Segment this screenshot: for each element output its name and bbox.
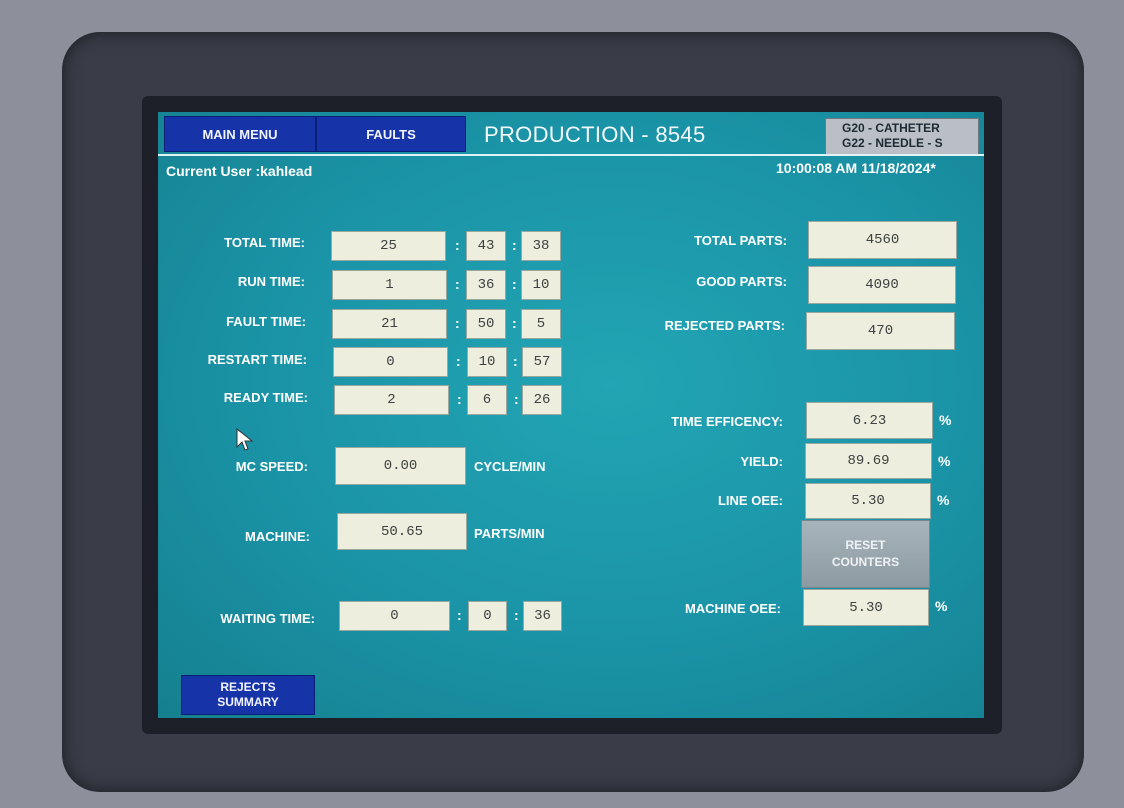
line-oee-unit: % bbox=[937, 492, 950, 508]
machine-label: MACHINE: bbox=[245, 529, 310, 544]
run-time-seconds: 10 bbox=[521, 270, 561, 300]
reset-counters-line1: RESET bbox=[845, 538, 886, 552]
mc-speed-unit: CYCLE/MIN bbox=[474, 459, 546, 474]
ready-time-minutes: 6 bbox=[467, 385, 507, 415]
time-efficiency-value: 6.23 bbox=[806, 402, 933, 439]
yield-value: 89.69 bbox=[805, 443, 932, 479]
colon: : bbox=[512, 276, 517, 292]
waiting-time-minutes: 0 bbox=[468, 601, 507, 631]
time-efficiency-unit: % bbox=[939, 412, 952, 428]
mouse-pointer-icon bbox=[236, 428, 254, 451]
rejected-parts-value: 470 bbox=[806, 312, 955, 350]
machine-oee-label: MACHINE OEE: bbox=[684, 601, 781, 616]
line-oee-value: 5.30 bbox=[805, 483, 931, 519]
total-time-minutes: 43 bbox=[466, 231, 506, 261]
machine-unit: PARTS/MIN bbox=[474, 526, 545, 541]
faults-button[interactable]: FAULTS bbox=[316, 116, 466, 152]
machine-value: 50.65 bbox=[337, 513, 467, 550]
rejects-summary-line2: SUMMARY bbox=[217, 695, 279, 709]
hmi-screen: MAIN MENU FAULTS PRODUCTION - 8545 G20 -… bbox=[158, 112, 984, 718]
total-time-hours: 25 bbox=[331, 231, 446, 261]
colon: : bbox=[455, 237, 460, 253]
colon: : bbox=[514, 607, 519, 623]
machine-oee-value: 5.30 bbox=[803, 589, 929, 626]
mc-speed-value: 0.00 bbox=[335, 447, 466, 485]
rejects-summary-button[interactable]: REJECTS SUMMARY bbox=[181, 675, 315, 715]
mc-speed-label: MC SPEED: bbox=[235, 459, 308, 474]
good-parts-value: 4090 bbox=[808, 266, 956, 304]
ready-time-label: READY TIME: bbox=[223, 390, 308, 405]
yield-unit: % bbox=[938, 453, 951, 469]
fault-time-minutes: 50 bbox=[466, 309, 506, 339]
header-divider bbox=[158, 154, 984, 156]
ready-time-hours: 2 bbox=[334, 385, 449, 415]
waiting-time-hours: 0 bbox=[339, 601, 450, 631]
total-time-seconds: 38 bbox=[521, 231, 561, 261]
total-parts-label: TOTAL PARTS: bbox=[694, 233, 787, 248]
page-title: PRODUCTION - 8545 bbox=[484, 122, 706, 147]
main-menu-button[interactable]: MAIN MENU bbox=[164, 116, 316, 152]
colon: : bbox=[456, 353, 461, 369]
run-time-hours: 1 bbox=[332, 270, 447, 300]
rejects-summary-line1: REJECTS bbox=[220, 680, 276, 694]
yield-label: YIELD: bbox=[740, 454, 783, 469]
fault-time-label: FAULT TIME: bbox=[226, 314, 306, 329]
current-user: Current User :kahlead bbox=[166, 163, 313, 179]
product-info-box: G20 - CATHETER G22 - NEEDLE - S bbox=[825, 118, 979, 155]
rejected-parts-label: REJECTED PARTS: bbox=[664, 318, 785, 333]
product-line-2: G22 - NEEDLE - S bbox=[842, 136, 943, 150]
fault-time-seconds: 5 bbox=[521, 309, 561, 339]
total-parts-value: 4560 bbox=[808, 221, 957, 259]
run-time-label: RUN TIME: bbox=[237, 274, 305, 289]
waiting-time-seconds: 36 bbox=[523, 601, 562, 631]
colon: : bbox=[457, 607, 462, 623]
colon: : bbox=[513, 353, 518, 369]
restart-time-minutes: 10 bbox=[467, 347, 507, 377]
time-efficiency-label: TIME EFFICENCY: bbox=[671, 414, 783, 429]
restart-time-label: RESTART TIME: bbox=[207, 352, 307, 367]
line-oee-label: LINE OEE: bbox=[717, 493, 783, 508]
waiting-time-label: WAITING TIME: bbox=[220, 611, 315, 626]
run-time-minutes: 36 bbox=[466, 270, 506, 300]
ready-time-seconds: 26 bbox=[522, 385, 562, 415]
colon: : bbox=[455, 276, 460, 292]
datetime: 10:00:08 AM 11/18/2024* bbox=[776, 160, 936, 176]
total-time-label: TOTAL TIME: bbox=[224, 235, 305, 250]
good-parts-label: GOOD PARTS: bbox=[696, 274, 787, 289]
restart-time-hours: 0 bbox=[333, 347, 448, 377]
fault-time-hours: 21 bbox=[332, 309, 447, 339]
restart-time-seconds: 57 bbox=[522, 347, 562, 377]
colon: : bbox=[512, 315, 517, 331]
colon: : bbox=[512, 237, 517, 253]
reset-counters-button[interactable]: RESET COUNTERS bbox=[801, 520, 930, 588]
colon: : bbox=[455, 315, 460, 331]
colon: : bbox=[457, 391, 462, 407]
reset-counters-line2: COUNTERS bbox=[831, 555, 900, 569]
colon: : bbox=[514, 391, 519, 407]
machine-oee-unit: % bbox=[935, 598, 948, 614]
product-line-1: G20 - CATHETER bbox=[842, 121, 940, 135]
